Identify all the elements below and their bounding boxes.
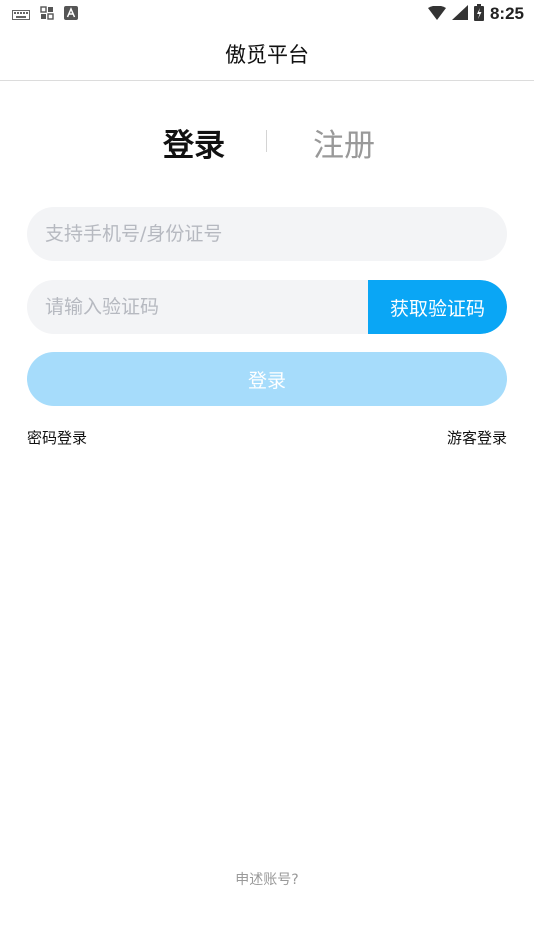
status-left — [12, 5, 78, 24]
tab-login[interactable]: 登录 — [163, 120, 225, 165]
code-field-container: 获取验证码 — [27, 280, 507, 334]
text-a-icon — [64, 5, 78, 24]
tab-register[interactable]: 注册 — [313, 120, 375, 165]
status-time: 8:25 — [489, 4, 524, 23]
title-bar: 傲觅平台 — [0, 28, 534, 81]
status-bar: 8:25 — [0, 0, 534, 28]
tab-divider — [266, 130, 267, 152]
phone-field-container — [27, 207, 507, 261]
get-code-button[interactable]: 获取验证码 — [368, 280, 507, 334]
login-button[interactable]: 登录 — [27, 352, 507, 406]
page-title: 傲觅平台 — [225, 43, 309, 67]
signal-icon — [451, 4, 468, 24]
auth-tabs: 登录 注册 — [0, 118, 534, 168]
wifi-icon — [427, 5, 446, 24]
grid-icon — [40, 5, 54, 24]
phone-input[interactable] — [27, 207, 507, 261]
battery-icon — [473, 3, 484, 25]
keyboard-icon — [12, 5, 30, 24]
status-right: 8:25 — [427, 3, 524, 25]
verification-code-input[interactable] — [27, 280, 368, 334]
appeal-account-link[interactable]: 申述账号? — [0, 869, 534, 889]
guest-login-link[interactable]: 游客登录 — [447, 427, 507, 448]
password-login-link[interactable]: 密码登录 — [27, 427, 87, 448]
